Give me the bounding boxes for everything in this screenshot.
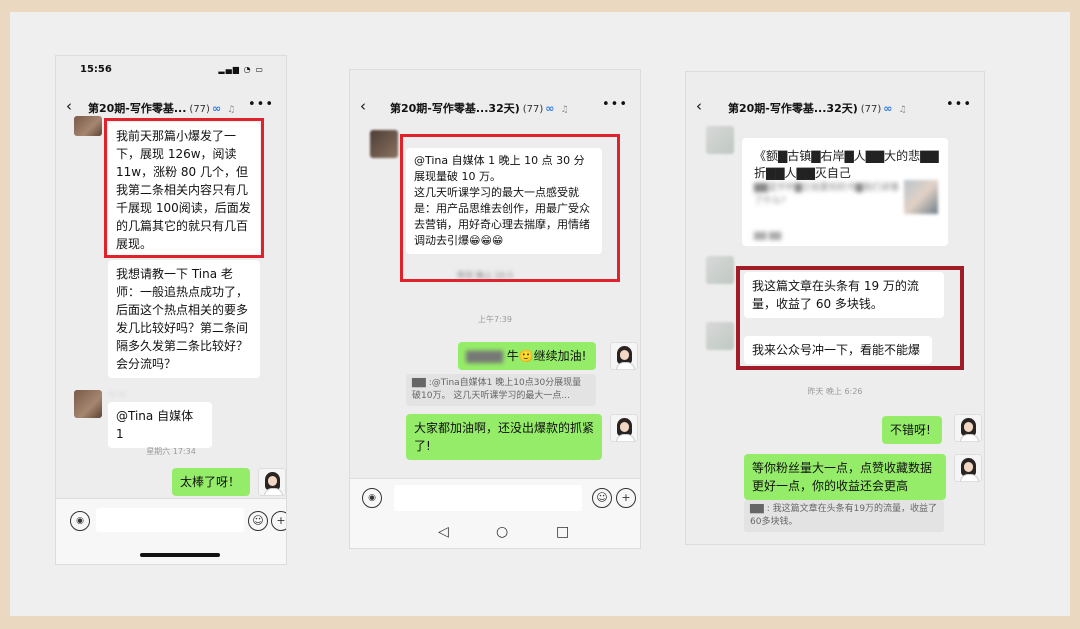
group-name: 第20期-写作零基...32天): [728, 102, 858, 115]
sender-name: ··· ···: [108, 390, 126, 399]
more-options-icon[interactable]: •••: [248, 97, 274, 112]
emoji-icon[interactable]: ☺: [592, 488, 612, 508]
blurred-name: ▇▇▇▇: [466, 349, 503, 363]
input-bar: ◉ ☺ +: [56, 498, 286, 564]
avatar[interactable]: [610, 342, 638, 370]
avatar[interactable]: [706, 126, 734, 154]
link-icon: ∞: [211, 102, 222, 115]
status-time: 15:56: [80, 64, 112, 75]
voice-icon[interactable]: ◉: [362, 488, 382, 508]
mute-icon: ♫: [560, 105, 569, 115]
mute-icon: ♫: [898, 105, 907, 115]
timestamp: 上午7:39: [478, 315, 512, 324]
avatar[interactable]: [74, 390, 102, 418]
nav-back-icon[interactable]: ◁: [438, 524, 449, 540]
avatar[interactable]: [954, 414, 982, 442]
chat-screenshot-2: ‹ 第20期-写作零基...32天) (77) ∞ ♫ ••• @Tina 自媒体 1…: [350, 70, 640, 548]
chat-screenshot-3: ‹ 第20期-写作零基...32天) (77) ∞ ♫ ••• 《额▇古镇▇右岸▇人▇…: [686, 72, 984, 544]
group-name: 第20期-写作零基...32天): [390, 102, 520, 115]
sent-message-bubble: 大家都加油啊，还没出爆款的抓紧了!: [406, 414, 602, 460]
avatar[interactable]: [258, 468, 286, 496]
link-icon: ∞: [883, 102, 893, 115]
article-source: ▇▇ ▇▇: [754, 231, 782, 240]
highlight-box: [736, 266, 964, 370]
android-nav-bar: ◁ ○ □: [350, 516, 640, 548]
article-thumbnail: [904, 180, 938, 214]
plus-icon[interactable]: +: [271, 511, 286, 531]
status-bar: 15:56 ▂▄▆ ◔ ▭: [56, 56, 286, 78]
highlight-box: [400, 134, 620, 282]
input-bar: ◉ ☺ +: [350, 478, 640, 517]
link-icon: ∞: [545, 102, 555, 115]
message-bubble: @Tina 自媒体 1: [108, 402, 212, 448]
nav-recent-icon[interactable]: □: [556, 524, 569, 540]
reply-text: 牛🙂继续加油!: [502, 349, 587, 363]
quoted-message[interactable]: ▇▇ :@Tina自媒体1 晚上10点30分展现量破10万。 这几天听课学习的最…: [406, 374, 596, 406]
chat-header: ‹ 第20期-写作零基...32天) (77) ∞ ♫ •••: [350, 94, 640, 120]
timestamp: 昨天 晚上 6:26: [807, 387, 863, 396]
member-count: (77): [189, 104, 210, 115]
group-name: 第20期-写作零基...: [88, 102, 187, 115]
message-input[interactable]: [394, 485, 582, 511]
mute-icon: ♫: [227, 105, 236, 115]
highlight-box: [104, 118, 264, 258]
message-input[interactable]: [96, 508, 244, 532]
chat-title: 第20期-写作零基...32天) (77) ∞ ♫: [390, 100, 569, 116]
timestamp: 星期六 17:34: [146, 447, 196, 456]
back-arrow-icon[interactable]: ‹: [66, 97, 72, 115]
avatar[interactable]: [370, 130, 398, 158]
article-description: ▇▇蓝宇杯▇忘铭要刻的书▇我们读懂了什么?: [754, 183, 899, 206]
avatar[interactable]: [74, 116, 102, 136]
article-title: 《额▇古镇▇右岸▇人▇▇大的悲▇▇折▇▇人▇▇灭自己: [754, 149, 939, 180]
plus-icon[interactable]: +: [616, 488, 636, 508]
sent-message-bubble: 不错呀!: [882, 416, 942, 444]
back-arrow-icon[interactable]: ‹: [360, 97, 366, 115]
article-card[interactable]: 《额▇古镇▇右岸▇人▇▇大的悲▇▇折▇▇人▇▇灭自己 ▇▇蓝宇杯▇忘铭要刻的书▇…: [742, 138, 948, 246]
member-count: (77): [522, 104, 544, 115]
sent-message-bubble: 等你粉丝量大一点，点赞收藏数据更好一点，你的收益还会更高: [744, 454, 946, 500]
chat-header: ‹ 第20期-写作零基...32天) (77) ∞ ♫ •••: [686, 94, 984, 120]
avatar[interactable]: [706, 256, 734, 284]
member-count: (77): [860, 104, 882, 115]
back-arrow-icon[interactable]: ‹: [696, 97, 702, 115]
chat-screenshot-1: 15:56 ▂▄▆ ◔ ▭ ‹ 第20期-写作零基... (77) ∞ ♫ ••• 我…: [56, 56, 286, 564]
signal-wifi-battery-icon: ▂▄▆ ◔ ▭: [218, 65, 264, 74]
home-indicator: [140, 553, 220, 557]
sent-message-bubble: ▇▇▇▇ 牛🙂继续加油!: [458, 342, 596, 370]
message-bubble: 我想请教一下 Tina 老师：一般追热点成功了，后面这个热点相关的要多发几比较好…: [108, 260, 260, 378]
more-options-icon[interactable]: •••: [602, 97, 628, 112]
sent-message-bubble: 太棒了呀！: [172, 468, 250, 496]
avatar[interactable]: [610, 414, 638, 442]
avatar[interactable]: [706, 322, 734, 350]
faded-timestamp: 昨天 晚上 10:3: [457, 271, 513, 280]
nav-home-icon[interactable]: ○: [496, 524, 508, 540]
emoji-icon[interactable]: ☺: [248, 511, 268, 531]
chat-title: 第20期-写作零基...32天) (77) ∞ ♫: [728, 100, 907, 116]
quoted-message[interactable]: ▇▇ : 我这篇文章在头条有19万的流量，收益了60多块钱。: [744, 500, 944, 532]
more-options-icon[interactable]: •••: [946, 97, 972, 112]
avatar[interactable]: [954, 454, 982, 482]
voice-icon[interactable]: ◉: [70, 511, 90, 531]
chat-title: 第20期-写作零基... (77) ∞ ♫: [88, 100, 235, 116]
